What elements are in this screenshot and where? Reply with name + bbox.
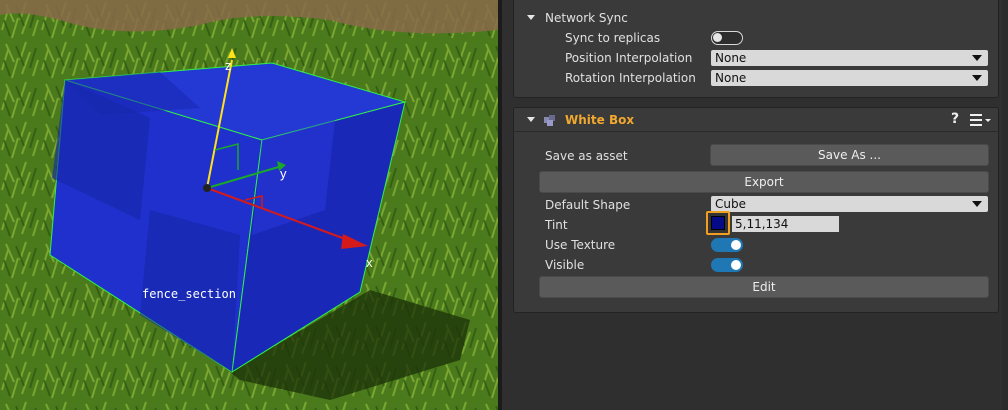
- component-icon: [544, 115, 555, 126]
- entity-inspector: Network Sync Sync to replicas Position I…: [502, 0, 1008, 410]
- viewport-scene[interactable]: z y x fence_section: [0, 0, 498, 410]
- save-as-button[interactable]: Save As ...: [710, 144, 989, 166]
- default-shape-select[interactable]: Cube: [711, 196, 988, 212]
- save-as-asset-row: Save as asset Save As ...: [514, 144, 998, 166]
- default-shape-row: Default Shape Cube: [514, 195, 998, 215]
- dropdown-arrow-icon: [972, 75, 982, 81]
- white-box-component: White Box ? Save as asset Save As ... Ex…: [513, 107, 999, 313]
- network-sync-section: Network Sync Sync to replicas Position I…: [513, 0, 999, 98]
- dropdown-arrow-icon: [972, 55, 982, 61]
- white-box-header[interactable]: White Box ?: [514, 108, 998, 132]
- visible-label: Visible: [545, 258, 585, 272]
- use-texture-label: Use Texture: [545, 238, 616, 252]
- visible-toggle[interactable]: [711, 258, 743, 272]
- dropdown-arrow-icon: [972, 201, 982, 207]
- inspector-scrollbar[interactable]: [1002, 0, 1008, 410]
- default-shape-label: Default Shape: [545, 198, 631, 212]
- tint-color-swatch[interactable]: [706, 211, 730, 235]
- position-interpolation-value: None: [715, 51, 747, 65]
- rotation-interpolation-select[interactable]: None: [711, 70, 988, 86]
- network-sync-title: Network Sync: [545, 11, 628, 25]
- edit-button[interactable]: Edit: [539, 276, 989, 298]
- save-as-asset-label: Save as asset: [545, 149, 628, 163]
- white-box-title: White Box: [565, 113, 635, 127]
- rotation-interpolation-row: Rotation Interpolation None: [514, 68, 998, 88]
- default-shape-value: Cube: [715, 197, 746, 211]
- use-texture-toggle[interactable]: [711, 238, 743, 252]
- tint-value-field[interactable]: 5,11,134: [732, 216, 839, 232]
- use-texture-row: Use Texture: [514, 235, 998, 255]
- sync-to-replicas-label: Sync to replicas: [565, 31, 661, 45]
- help-icon[interactable]: ?: [951, 111, 959, 127]
- x-axis-label: x: [366, 255, 373, 270]
- network-sync-header[interactable]: Network Sync: [514, 8, 998, 28]
- z-axis-label: z: [225, 58, 232, 73]
- gizmo-origin[interactable]: [203, 184, 211, 192]
- caret-down-icon[interactable]: [527, 15, 535, 20]
- export-button[interactable]: Export: [539, 171, 989, 193]
- y-axis-label: y: [280, 166, 287, 181]
- visible-row: Visible: [514, 255, 998, 275]
- viewport[interactable]: z y x fence_section: [0, 0, 498, 410]
- position-interpolation-label: Position Interpolation: [565, 51, 693, 65]
- rotation-interpolation-label: Rotation Interpolation: [565, 71, 696, 85]
- object-name-label: fence_section: [142, 287, 236, 301]
- caret-down-icon[interactable]: [527, 117, 535, 122]
- position-interpolation-row: Position Interpolation None: [514, 48, 998, 68]
- position-interpolation-select[interactable]: None: [711, 50, 988, 66]
- sync-to-replicas-row: Sync to replicas: [514, 28, 998, 48]
- menu-icon[interactable]: [970, 112, 994, 128]
- rotation-interpolation-value: None: [715, 71, 747, 85]
- tint-label: Tint: [545, 218, 568, 232]
- sync-to-replicas-toggle[interactable]: [711, 31, 743, 45]
